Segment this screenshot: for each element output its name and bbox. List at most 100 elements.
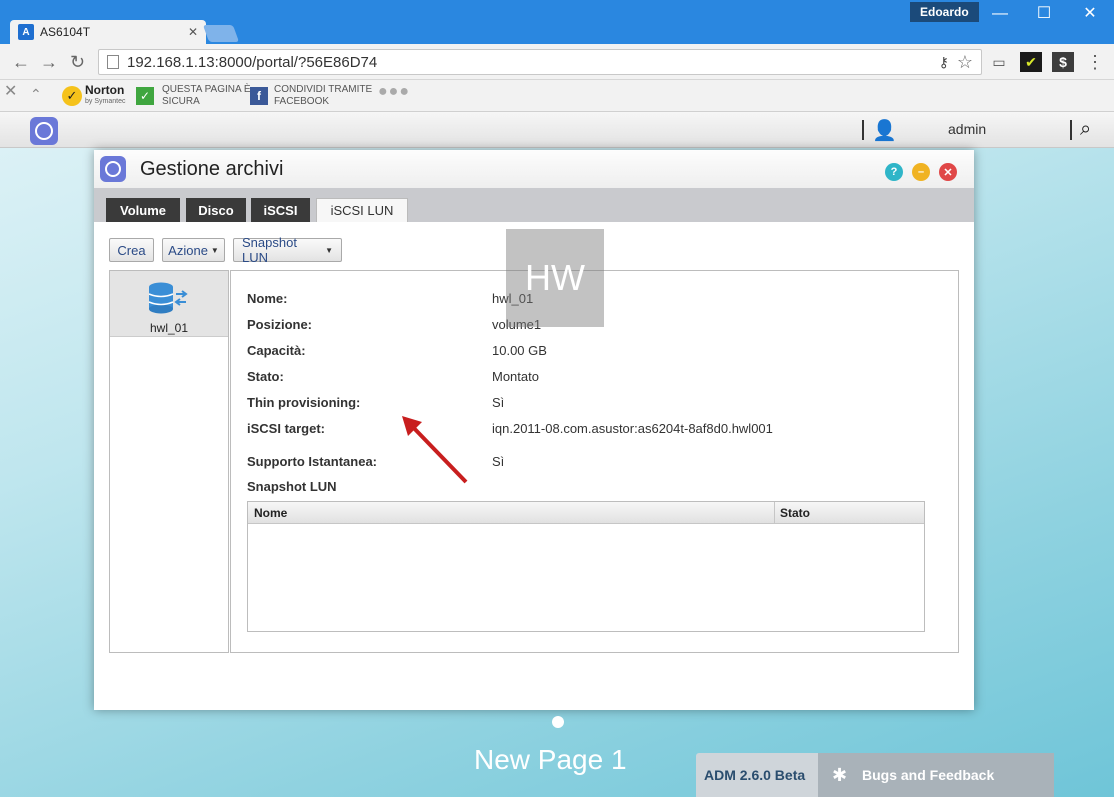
detail-key: Nome: (247, 291, 288, 306)
key-icon[interactable]: ⚷ (939, 54, 949, 71)
safe-line2: SICURA (162, 96, 200, 107)
action-label: Azione (168, 242, 208, 258)
storage-manager-app-icon[interactable] (30, 117, 58, 145)
browser-tab[interactable]: A AS6104T ✕ (10, 20, 206, 44)
share-line2: FACEBOOK (274, 96, 330, 107)
storage-manager-window: Gestione archivi ? – ✕ Volume Disco iSCS… (94, 150, 974, 710)
adm-taskbar: 👤 admin ⌕ (0, 112, 1114, 148)
detail-value: Sì (492, 454, 505, 469)
detail-row: Supporto Istantanea: Sì (247, 454, 927, 472)
asustor-favicon-icon: A (18, 24, 34, 40)
column-divider (774, 502, 775, 524)
bug-icon: ✱ (832, 765, 848, 785)
tab-close-icon[interactable]: ✕ (188, 25, 198, 39)
detail-value: 10.00 GB (492, 343, 547, 358)
search-icon[interactable]: ⌕ (1080, 118, 1091, 141)
detail-key: Supporto Istantanea: (247, 454, 378, 469)
reload-icon[interactable]: ↻ (70, 52, 85, 73)
window-title: Gestione archivi (140, 158, 284, 180)
detail-key: Posizione: (247, 317, 313, 332)
detail-value: iqn.2011-08.com.asustor:as6204t-8af8d0.h… (492, 421, 773, 436)
caret-down-icon: ▼ (210, 245, 219, 255)
taskbar-divider (1070, 120, 1072, 140)
taskbar-divider (862, 120, 864, 140)
database-transfer-icon (148, 282, 188, 314)
create-button[interactable]: Crea (109, 238, 154, 262)
create-label: Crea (117, 242, 146, 258)
tab-iscsi-lun[interactable]: iSCSI LUN (316, 198, 408, 222)
safe-page-badge[interactable]: ✓ QUESTA PAGINA È SICURA (136, 84, 251, 108)
maximize-window-icon[interactable]: ☐ (1026, 4, 1062, 24)
column-header-status[interactable]: Stato (780, 506, 810, 520)
red-arrow-annotation (402, 416, 468, 484)
detail-row: Capacità: 10.00 GB (247, 343, 927, 361)
detail-value: Sì (492, 395, 505, 410)
lun-list-item[interactable]: hwl_01 (110, 271, 228, 337)
grid-header: Nome Stato (248, 502, 924, 524)
norton-sub: by Symantec (85, 98, 126, 105)
detail-key: Thin provisioning: (247, 395, 361, 410)
browser-tab-title: AS6104T (40, 25, 91, 39)
cast-icon[interactable]: ▭ (988, 52, 1010, 72)
detail-key: Stato: (247, 369, 284, 384)
norton-logo[interactable]: ✓ Norton by Symantec (62, 84, 125, 108)
extension-bar: ✕ ⌃ ✓ Norton by Symantec ✓ QUESTA PAGINA… (0, 80, 1114, 112)
norton-label: Norton (85, 83, 125, 97)
lun-name: hwl_01 (149, 321, 189, 335)
close-bar-icon[interactable]: ✕ (4, 84, 17, 100)
profile-badge[interactable]: Edoardo (910, 2, 979, 22)
detail-row: Stato: Montato (247, 369, 927, 387)
minimize-icon[interactable]: – (912, 163, 930, 181)
lun-detail-panel: Nome: hwl_01 Posizione: volume1 Capacità… (230, 270, 959, 653)
page-indicator-dot[interactable] (552, 716, 564, 728)
help-icon[interactable]: ? (885, 163, 903, 181)
url-bar[interactable]: 192.168.1.13:8000/portal/?56E86D74 ⚷ ☆ (98, 49, 982, 75)
detail-row: Thin provisioning: Sì (247, 395, 927, 413)
facebook-share-badge[interactable]: f CONDIVIDI TRAMITE FACEBOOK (250, 84, 372, 108)
url-text[interactable]: 192.168.1.13:8000/portal/?56E86D74 (127, 54, 939, 71)
bugs-feedback-button[interactable]: ✱ Bugs and Feedback (818, 753, 1054, 797)
bugs-feedback-label: Bugs and Feedback (862, 767, 995, 783)
tab-disco[interactable]: Disco (186, 198, 246, 222)
forward-arrow-icon[interactable]: → (40, 52, 58, 73)
norton-check-icon[interactable]: ✔ (1020, 52, 1042, 72)
adm-version: ADM 2.6.0 Beta (704, 767, 806, 783)
snapshot-section-title: Snapshot LUN (247, 479, 337, 494)
share-line1: CONDIVIDI TRAMITE (274, 84, 373, 95)
dollar-extension-icon[interactable]: $ (1052, 52, 1074, 72)
lun-list-panel: hwl_01 (109, 270, 229, 653)
page-icon (107, 55, 119, 69)
menu-icon[interactable]: ⋮ (1084, 52, 1106, 72)
address-toolbar: ← → ↻ 192.168.1.13:8000/portal/?56E86D74… (0, 44, 1114, 80)
column-header-name[interactable]: Nome (254, 506, 287, 520)
minimize-window-icon[interactable]: — (982, 4, 1018, 24)
safe-line1: QUESTA PAGINA È (162, 84, 251, 95)
hwl-watermark-logo: HW (506, 229, 604, 327)
app-tabbar: Volume Disco iSCSI iSCSI LUN (94, 188, 974, 222)
version-bar: ADM 2.6.0 Beta ✱ Bugs and Feedback (696, 753, 1054, 797)
caret-down-icon: ▼ (325, 245, 333, 255)
new-tab-button[interactable] (202, 25, 240, 42)
tab-volume[interactable]: Volume (106, 198, 180, 222)
detail-key: iSCSI target: (247, 421, 326, 436)
tab-iscsi[interactable]: iSCSI (251, 198, 310, 222)
desktop-page-title: New Page 1 (474, 744, 627, 775)
close-icon[interactable]: ✕ (939, 163, 957, 181)
bookmark-star-icon[interactable]: ☆ (957, 52, 973, 73)
user-icon[interactable]: 👤 (872, 118, 897, 143)
detail-row: iSCSI target: iqn.2011-08.com.asustor:as… (247, 421, 927, 439)
snapshot-lun-dropdown[interactable]: Snapshot LUN ▼ (233, 235, 342, 265)
back-arrow-icon[interactable]: ← (12, 52, 30, 73)
close-window-icon[interactable]: ✕ (1072, 4, 1108, 24)
collapse-icon[interactable]: ⌃ (30, 87, 42, 101)
admin-user-label[interactable]: admin (948, 121, 986, 137)
action-dropdown[interactable]: Azione ▼ (162, 238, 225, 262)
storage-manager-icon (100, 156, 126, 182)
snapshot-label: Snapshot LUN (242, 235, 297, 265)
norton-check-badge-icon: ✓ (62, 86, 82, 106)
facebook-icon: f (250, 87, 268, 105)
snapshot-grid: Nome Stato (247, 501, 925, 632)
detail-key: Capacità: (247, 343, 306, 358)
browser-titlebar: A AS6104T ✕ Edoardo — ☐ ✕ (0, 0, 1114, 44)
more-dots-icon[interactable]: ●●● (378, 84, 410, 100)
